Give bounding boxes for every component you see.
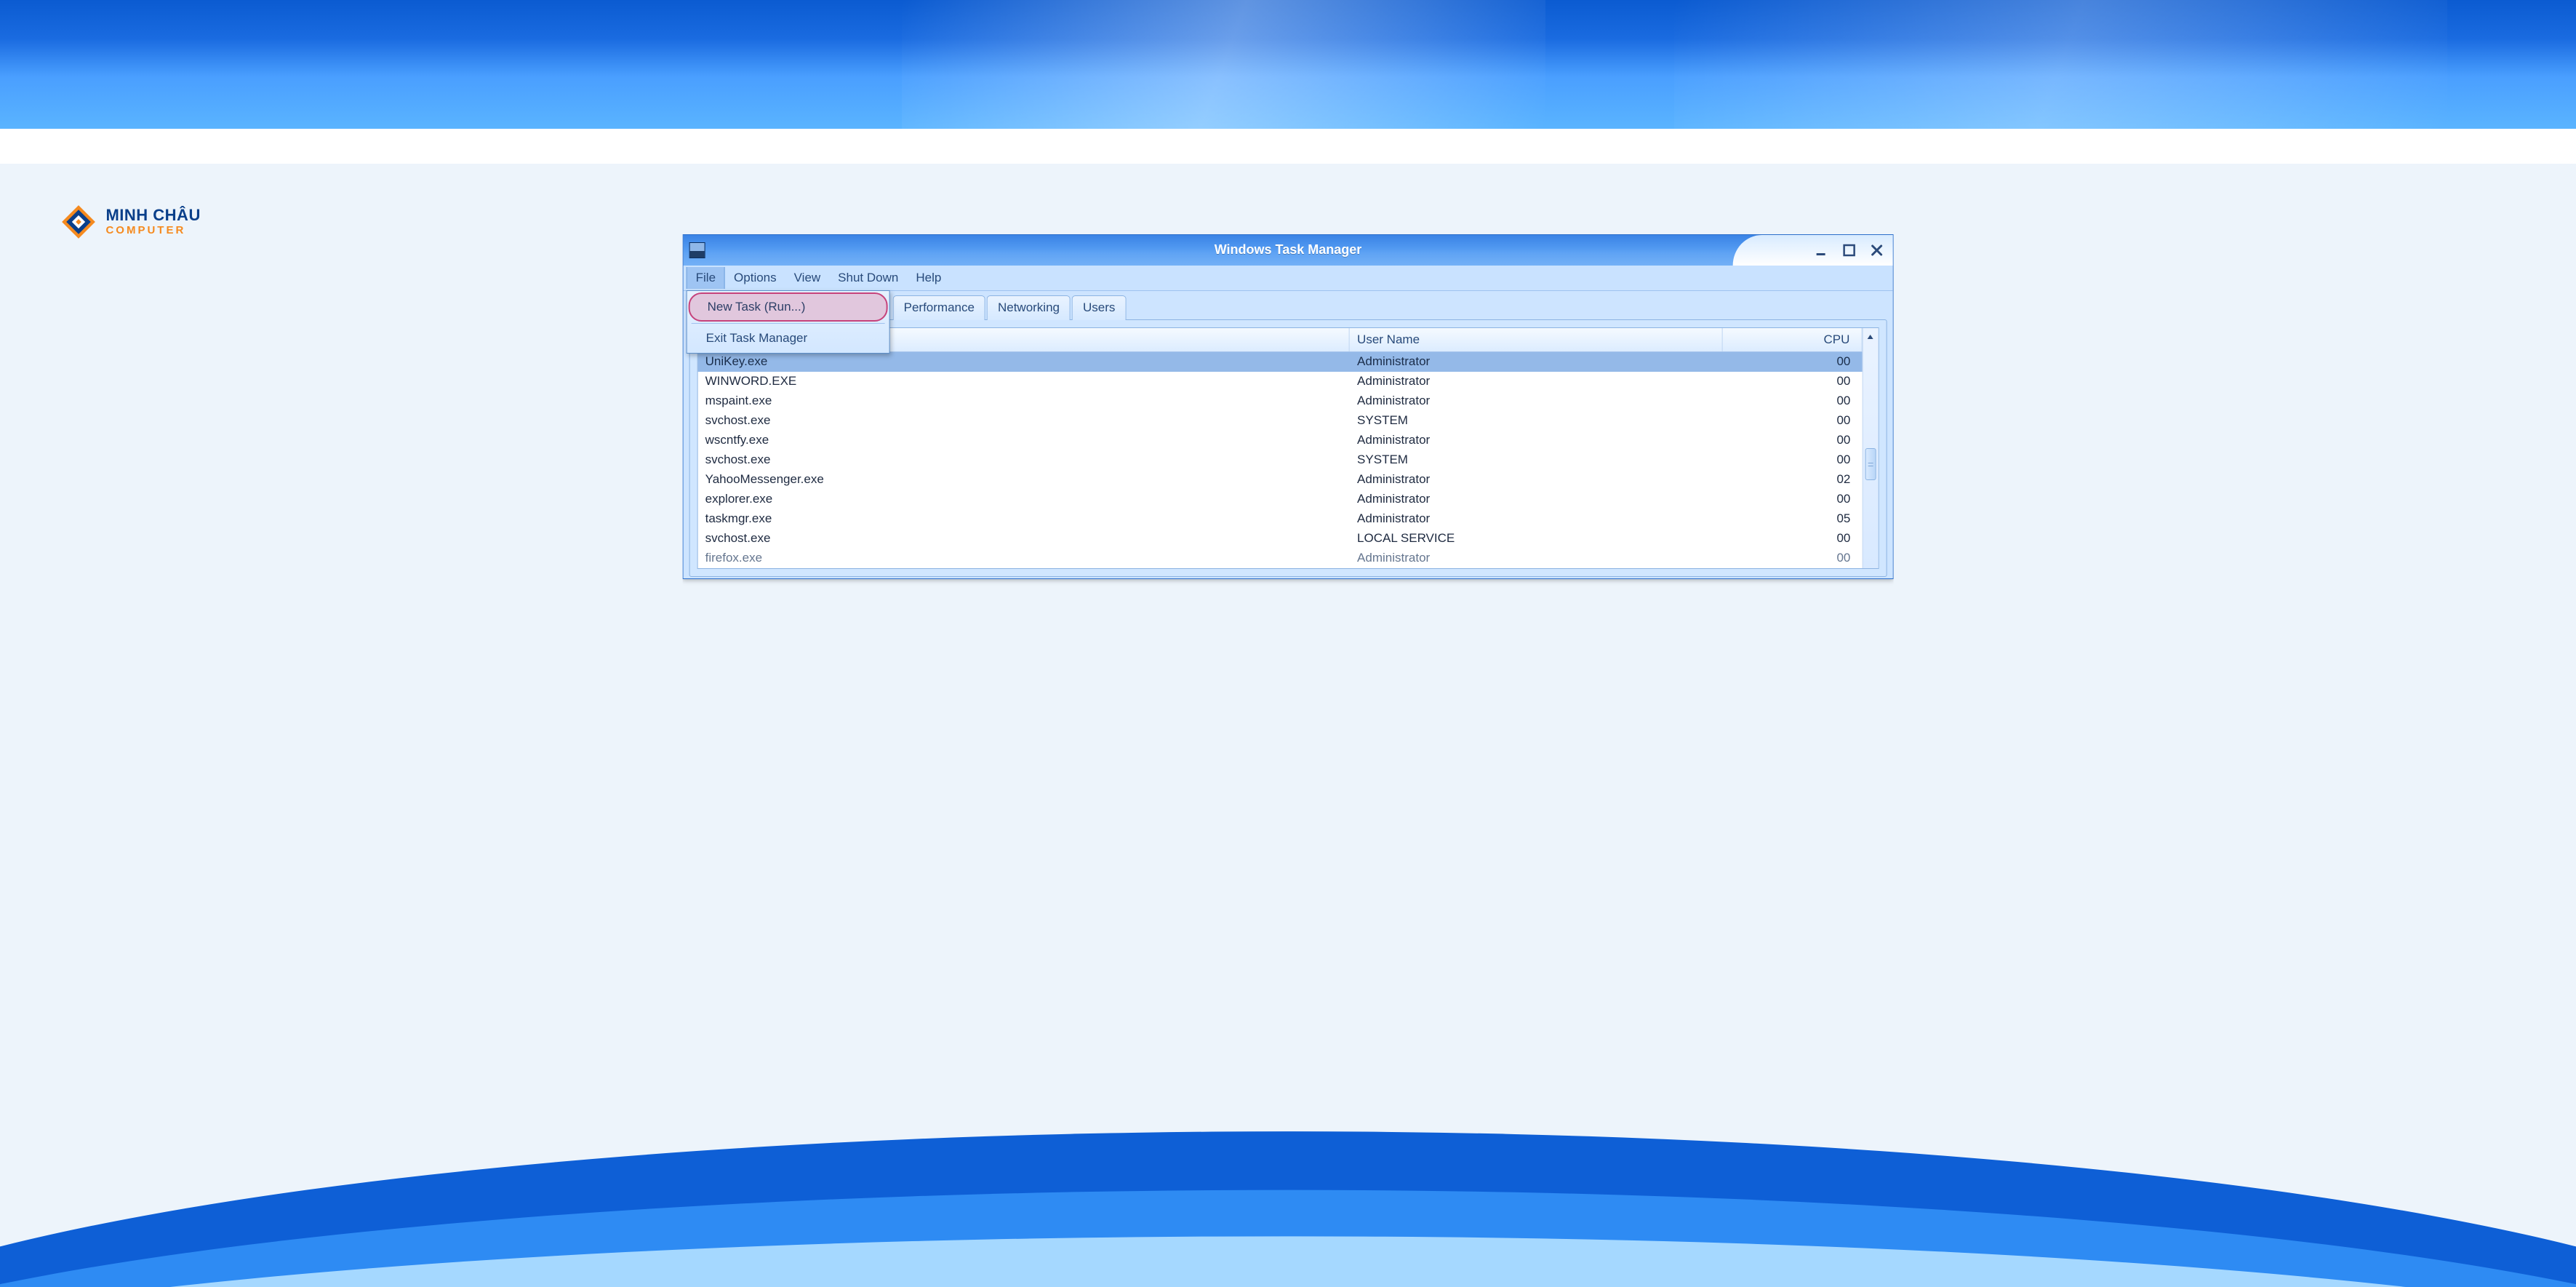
cell-image: WINWORD.EXE [698,372,1350,390]
list-body: UniKey.exeAdministrator00WINWORD.EXEAdmi… [698,352,1863,568]
menubar: File Options View Shut Down Help [684,266,1893,291]
app-icon [689,242,705,258]
tab-performance[interactable]: Performance [893,295,985,320]
cell-image: wscntfy.exe [698,431,1350,449]
cell-cpu: 02 [1722,471,1862,488]
cell-image: firefox.exe [698,549,1350,567]
menu-shutdown[interactable]: Shut Down [829,267,907,289]
task-manager-window: Windows Task Manager File Options View [683,234,1894,579]
logo-mark-icon [59,202,98,242]
cell-cpu: 00 [1722,353,1862,370]
file-dropdown: New Task (Run...) Exit Task Manager [687,290,890,354]
col-user-name[interactable]: User Name [1350,328,1722,351]
brand-logo: MINH CHÂU COMPUTER [59,202,200,242]
cell-image: explorer.exe [698,490,1350,508]
logo-text: MINH CHÂU COMPUTER [105,207,200,236]
cell-user: SYSTEM [1350,451,1722,469]
menu-file[interactable]: File [687,267,725,289]
file-menu-new-task[interactable]: New Task (Run...) [689,292,888,322]
cell-image: YahooMessenger.exe [698,471,1350,488]
cell-image: svchost.exe [698,451,1350,469]
tab-networking[interactable]: Networking [987,295,1071,320]
cell-cpu: 00 [1722,431,1862,449]
process-row[interactable]: YahooMessenger.exeAdministrator02 [698,470,1863,490]
cell-user: Administrator [1350,549,1722,567]
cell-image: mspaint.exe [698,392,1350,410]
cell-cpu: 05 [1722,510,1862,527]
scroll-up-arrow-icon[interactable] [1864,330,1876,343]
cell-user: LOCAL SERVICE [1350,530,1722,547]
cell-user: Administrator [1350,471,1722,488]
logo-line2: COMPUTER [105,225,200,236]
cell-cpu: 00 [1722,451,1862,469]
close-button[interactable] [1869,243,1884,258]
maximize-button[interactable] [1841,243,1856,258]
list-inner: Image Name User Name CPU UniKey.exeAdmin… [698,328,1863,568]
vertical-scrollbar[interactable] [1862,328,1878,568]
cell-cpu: 00 [1722,530,1862,547]
process-row[interactable]: explorer.exeAdministrator00 [698,490,1863,509]
processes-panel: Image Name User Name CPU UniKey.exeAdmin… [689,319,1887,577]
tabstrip: Performance Networking Users [893,291,1887,320]
process-row[interactable]: svchost.exeSYSTEM00 [698,450,1863,470]
process-row[interactable]: mspaint.exeAdministrator00 [698,391,1863,411]
cell-image: taskmgr.exe [698,510,1350,527]
scroll-thumb[interactable] [1865,448,1876,480]
cell-cpu: 00 [1722,372,1862,390]
process-list: Image Name User Name CPU UniKey.exeAdmin… [697,327,1879,569]
cell-user: SYSTEM [1350,412,1722,429]
cell-cpu: 00 [1722,549,1862,567]
cell-user: Administrator [1350,510,1722,527]
process-row[interactable]: svchost.exeSYSTEM00 [698,411,1863,431]
logo-line1: MINH CHÂU [105,207,200,223]
cell-image: svchost.exe [698,412,1350,429]
cell-user: Administrator [1350,392,1722,410]
cell-user: Administrator [1350,372,1722,390]
cell-image: svchost.exe [698,530,1350,547]
cell-cpu: 00 [1722,490,1862,508]
process-row[interactable]: firefox.exeAdministrator00 [698,549,1863,568]
process-row[interactable]: svchost.exeLOCAL SERVICE00 [698,529,1863,549]
file-menu-exit[interactable]: Exit Task Manager [689,325,888,351]
task-manager-clip: Windows Task Manager File Options View [683,234,1894,1045]
cell-cpu: 00 [1722,412,1862,429]
process-row[interactable]: wscntfy.exeAdministrator00 [698,431,1863,450]
cell-cpu: 00 [1722,392,1862,410]
banner-top [0,0,2576,129]
banner-white-strip [0,129,2576,164]
menu-help[interactable]: Help [907,267,950,289]
window-controls [1732,235,1892,266]
process-row[interactable]: WINWORD.EXEAdministrator00 [698,372,1863,391]
page-root: MINH CHÂU COMPUTER Windows Task Manager [0,0,2576,1287]
cell-user: Administrator [1350,353,1722,370]
window-title: Windows Task Manager [684,242,1893,258]
process-row[interactable]: taskmgr.exeAdministrator05 [698,509,1863,529]
tab-users[interactable]: Users [1072,295,1126,320]
menu-options[interactable]: Options [725,267,785,289]
cell-user: Administrator [1350,490,1722,508]
cell-user: Administrator [1350,431,1722,449]
menu-view[interactable]: View [785,267,830,289]
menu-separator [692,323,885,324]
titlebar[interactable]: Windows Task Manager [684,235,1893,266]
minimize-button[interactable] [1814,243,1828,258]
col-cpu[interactable]: CPU [1722,328,1862,351]
process-row[interactable]: UniKey.exeAdministrator00 [698,352,1863,372]
cell-image: UniKey.exe [698,353,1350,370]
